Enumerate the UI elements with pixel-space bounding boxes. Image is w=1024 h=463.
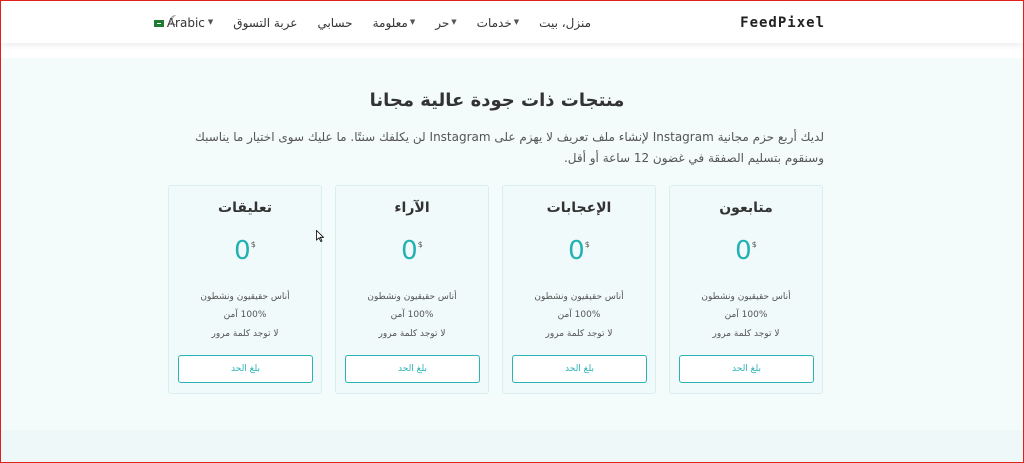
currency-symbol: $ xyxy=(250,240,256,249)
nav-item-account[interactable]: حسابي xyxy=(317,16,352,30)
nav-item-label: حر xyxy=(435,16,450,30)
limit-reached-button[interactable]: بلغ الحد xyxy=(345,355,480,383)
nav-item-home[interactable]: منزل، بيت xyxy=(539,16,591,30)
feature-item: 100% آمن xyxy=(557,310,601,320)
card-title: الإعجابات xyxy=(546,200,612,216)
chevron-down-icon: ▼ xyxy=(513,18,520,26)
limit-reached-button[interactable]: بلغ الحد xyxy=(178,355,313,383)
nav-item-cart[interactable]: عربة التسوق xyxy=(233,16,297,30)
language-selector[interactable]: Arabic ▼ xyxy=(153,16,214,30)
nav-menu: منزل، بيت خدمات ▼ حر ▼ معلومة ▼ حسابي عر… xyxy=(153,16,591,30)
next-section-bg xyxy=(1,430,1023,462)
currency-symbol: $ xyxy=(584,240,590,249)
card-price: 0$ xyxy=(169,236,321,266)
card-title: الآراء xyxy=(394,200,430,216)
price-value: 0 xyxy=(568,236,585,266)
product-card-views: الآراء 0$ أناس حقيقيون ونشطون 100% آمن ل… xyxy=(335,185,489,394)
saudi-flag-icon xyxy=(153,19,164,27)
price-value: 0 xyxy=(735,236,752,266)
nav-item-label: معلومة xyxy=(372,16,408,30)
feature-item: لا توجد كلمة مرور xyxy=(712,329,780,339)
price-value: 0 xyxy=(401,236,418,266)
card-price: 0$ xyxy=(503,236,655,266)
feature-item: أناس حقيقيون ونشطون xyxy=(367,292,457,302)
moon-icon[interactable]: ☾ xyxy=(169,15,183,29)
top-navbar: FeedPixel منزل، بيت خدمات ▼ حر ▼ معلومة … xyxy=(1,1,1023,43)
currency-symbol: $ xyxy=(417,240,423,249)
nav-item-label: عربة التسوق xyxy=(233,16,298,30)
nav-item-label: حسابي xyxy=(317,16,353,30)
nav-item-free[interactable]: حر ▼ xyxy=(435,16,456,30)
nav-item-label: خدمات xyxy=(476,16,512,30)
nav-item-info[interactable]: معلومة ▼ xyxy=(373,16,416,30)
feature-item: أناس حقيقيون ونشطون xyxy=(534,292,624,302)
feature-item: 100% آمن xyxy=(390,310,434,320)
card-price: 0$ xyxy=(670,236,822,266)
feature-item: لا توجد كلمة مرور xyxy=(545,329,613,339)
feature-item: 100% آمن xyxy=(724,310,768,320)
nav-item-services[interactable]: خدمات ▼ xyxy=(477,16,520,30)
next-section xyxy=(1,430,1023,462)
card-title: تعليقات xyxy=(218,200,272,216)
chevron-down-icon: ▼ xyxy=(207,18,214,26)
chevron-down-icon: ▼ xyxy=(451,18,457,26)
chevron-down-icon: ▼ xyxy=(409,18,416,26)
feature-item: لا توجد كلمة مرور xyxy=(378,329,446,339)
limit-reached-button[interactable]: بلغ الحد xyxy=(512,355,647,383)
product-card-followers: متابعون 0$ أناس حقيقيون ونشطون 100% آمن … xyxy=(669,185,823,394)
price-value: 0 xyxy=(234,236,251,266)
site-logo[interactable]: FeedPixel xyxy=(740,15,825,31)
nav-item-label: منزل، بيت xyxy=(539,16,591,30)
product-card-likes: الإعجابات 0$ أناس حقيقيون ونشطون 100% آم… xyxy=(502,185,656,394)
section-description: لديك أربع حزم مجانية Instagram لإنشاء مل… xyxy=(194,130,824,165)
currency-symbol: $ xyxy=(751,240,757,249)
card-price: 0$ xyxy=(336,236,488,266)
card-title: متابعون xyxy=(719,200,773,216)
section-title: منتجات ذات جودة عالية مجانا xyxy=(369,90,625,111)
feature-item: أناس حقيقيون ونشطون xyxy=(200,292,290,302)
feature-item: لا توجد كلمة مرور xyxy=(211,329,279,339)
product-card-comments: تعليقات 0$ أناس حقيقيون ونشطون 100% آمن … xyxy=(168,185,322,394)
mouse-cursor-icon xyxy=(316,230,324,242)
feature-item: أناس حقيقيون ونشطون xyxy=(701,292,791,302)
limit-reached-button[interactable]: بلغ الحد xyxy=(679,355,814,383)
feature-item: 100% آمن xyxy=(223,310,267,320)
